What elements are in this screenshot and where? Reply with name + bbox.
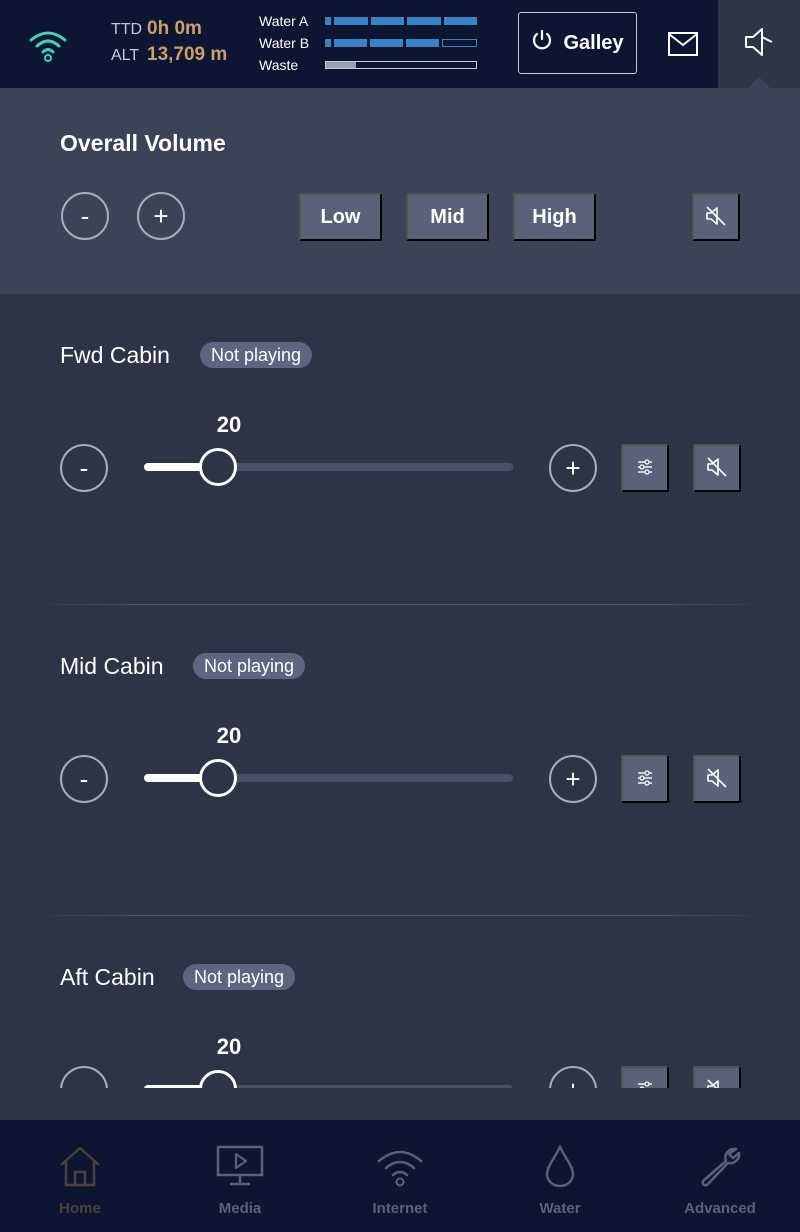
zone-name: Fwd Cabin xyxy=(60,342,170,368)
equalizer-icon xyxy=(636,458,654,479)
zone-name: Aft Cabin xyxy=(60,964,155,990)
nav-label: Water xyxy=(539,1200,581,1217)
nav-home[interactable]: Home xyxy=(0,1120,160,1232)
zone-volume-up-button[interactable]: + xyxy=(549,755,597,803)
mute-icon xyxy=(706,767,728,792)
zone-volume-value: 20 xyxy=(216,1034,242,1059)
tank-water-a: Water A xyxy=(259,10,477,32)
tank-label: Water A xyxy=(259,13,309,29)
nav-media[interactable]: Media xyxy=(160,1120,320,1232)
tank-levels: Water A Water B Waste xyxy=(259,10,477,76)
audio-tab[interactable] xyxy=(718,0,800,89)
nav-label: Advanced xyxy=(684,1200,756,1217)
zone-volume-down-button[interactable]: - xyxy=(60,1066,108,1088)
zone-eq-button[interactable] xyxy=(621,444,669,492)
zone-volume-down-button[interactable]: - xyxy=(60,444,108,492)
zone-volume-thumb[interactable] xyxy=(198,448,237,486)
zone-volume-value: 20 xyxy=(216,723,242,748)
zone-eq-button[interactable] xyxy=(621,1066,669,1088)
overall-volume-title: Overall Volume xyxy=(60,130,226,156)
zone-list: Fwd Cabin Not playing 20 - + Mid Cabin N… xyxy=(0,294,800,1088)
nav-label: Internet xyxy=(372,1200,428,1217)
equalizer-icon xyxy=(636,1080,654,1088)
galley-label: Galley xyxy=(563,31,624,54)
tank-water-b: Water B xyxy=(259,32,477,54)
zone-volume-thumb[interactable] xyxy=(198,759,237,797)
equalizer-icon xyxy=(636,769,654,790)
nav-label: Media xyxy=(218,1200,262,1217)
zone-volume-up-button[interactable]: + xyxy=(549,1066,597,1088)
bottom-navigation: Home Media Internet Water Advanced xyxy=(0,1120,800,1232)
zone-status-badge: Not playing xyxy=(183,964,296,990)
preset-high-button[interactable]: High xyxy=(513,193,596,241)
preset-mid-button[interactable]: Mid xyxy=(406,193,489,241)
wifi-icon xyxy=(376,1144,424,1188)
tank-waste: Waste xyxy=(259,54,477,76)
media-icon xyxy=(216,1144,264,1188)
nav-advanced[interactable]: Advanced xyxy=(640,1120,800,1232)
plus-label: + xyxy=(153,200,169,231)
flight-stats: TTD 0h 0m ALT 13,709 m xyxy=(111,18,227,70)
water-a-level-bar xyxy=(325,17,477,25)
alt-value: 13,709 m xyxy=(147,44,228,65)
alt-label: ALT xyxy=(111,47,140,64)
zone-eq-button[interactable] xyxy=(621,755,669,803)
top-status-bar: TTD 0h 0m ALT 13,709 m Water A Water B W… xyxy=(0,0,800,89)
waste-level-bar xyxy=(325,61,477,69)
overall-volume-panel: Overall Volume - + Low Mid High xyxy=(0,88,800,294)
ttd-label: TTD xyxy=(111,21,143,38)
zone-volume-up-button[interactable]: + xyxy=(549,444,597,492)
nav-water[interactable]: Water xyxy=(480,1120,640,1232)
overall-volume-up-button[interactable]: + xyxy=(137,192,185,240)
mute-icon xyxy=(705,205,727,230)
power-icon xyxy=(531,29,553,57)
home-icon xyxy=(56,1144,104,1188)
zone-aft-cabin: Aft Cabin Not playing 20 - + xyxy=(0,916,800,1088)
tank-label: Water B xyxy=(259,35,310,51)
mute-icon xyxy=(706,1078,728,1088)
zone-fwd-cabin: Fwd Cabin Not playing 20 - + xyxy=(0,294,800,605)
waste-level-fill xyxy=(326,62,356,68)
minus-label: - xyxy=(80,200,90,231)
wrench-icon xyxy=(696,1144,744,1188)
zone-volume-thumb[interactable] xyxy=(198,1070,237,1088)
zone-volume-slider[interactable] xyxy=(144,1070,513,1088)
water-b-level-bar xyxy=(325,39,477,47)
overall-volume-down-button[interactable]: - xyxy=(61,192,109,240)
ttd-value: 0h 0m xyxy=(147,18,202,39)
speaker-icon xyxy=(744,27,774,62)
zone-name: Mid Cabin xyxy=(60,653,164,679)
tank-label: Waste xyxy=(259,57,299,73)
galley-power-button[interactable]: Galley xyxy=(518,12,637,74)
zone-volume-value: 20 xyxy=(216,412,242,437)
zone-mute-button[interactable] xyxy=(693,1066,741,1088)
zone-mute-button[interactable] xyxy=(693,444,741,492)
mail-icon[interactable] xyxy=(664,26,702,62)
zone-volume-slider[interactable] xyxy=(144,759,513,797)
zone-mute-button[interactable] xyxy=(693,755,741,803)
overall-mute-button[interactable] xyxy=(692,193,740,241)
wifi-icon xyxy=(28,28,68,62)
mute-icon xyxy=(706,456,728,481)
preset-low-button[interactable]: Low xyxy=(299,193,382,241)
zone-mid-cabin: Mid Cabin Not playing 20 - + xyxy=(0,605,800,916)
nav-label: Home xyxy=(59,1200,101,1217)
zone-volume-slider[interactable] xyxy=(144,448,513,486)
water-drop-icon xyxy=(536,1144,584,1188)
zone-volume-down-button[interactable]: - xyxy=(60,755,108,803)
zone-status-badge: Not playing xyxy=(200,342,313,368)
zone-status-badge: Not playing xyxy=(193,653,306,679)
nav-internet[interactable]: Internet xyxy=(320,1120,480,1232)
